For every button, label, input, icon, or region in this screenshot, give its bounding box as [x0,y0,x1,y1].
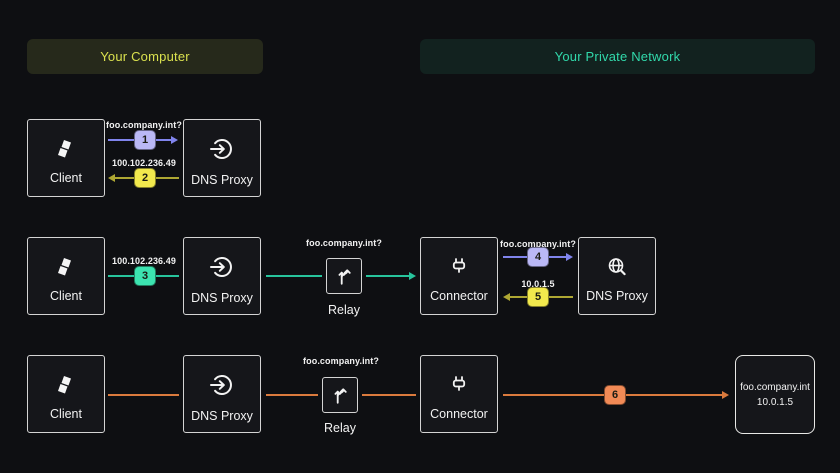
relay-node-row2 [326,258,362,294]
client-icon [54,137,78,161]
row3-relay-query-label: foo.company.int? [291,356,391,366]
connector-node-row3: Connector [420,355,498,433]
branch-arrows-icon [329,384,351,406]
dns-proxy-node-row3: DNS Proxy [183,355,261,433]
resolved-ip: 10.0.1.5 [757,397,793,408]
step6-line-right [626,394,722,396]
step1-arrowhead-right [171,136,178,144]
client-label: Client [50,289,82,303]
row2-relay-query-label: foo.company.int? [294,238,394,248]
step6-arrowhead-right [722,391,729,399]
step4-arrowhead-right [566,253,573,261]
connector-node-row2: Connector [420,237,498,315]
dns-proxy-label: DNS Proxy [191,409,253,423]
client-label: Client [50,171,82,185]
client-node-row1: Client [27,119,105,197]
row3-dns-to-relay-line [266,394,318,396]
relay-node-row3 [322,377,358,413]
dns-flow-diagram: Your Computer Your Private Network Clien… [0,0,840,473]
your-private-network-header: Your Private Network [420,39,815,74]
client-label: Client [50,407,82,421]
row2-teal-arrowhead [409,272,416,280]
dns-proxy-node-row1: DNS Proxy [183,119,261,197]
step4-badge: 4 [527,247,549,267]
step5-badge: 5 [527,287,549,307]
step6-badge: 6 [604,385,626,405]
dns-proxy-node-row2: DNS Proxy [183,237,261,315]
relay-label-row3: Relay [310,421,370,435]
row3-relay-to-connector-line [362,394,416,396]
step2-arrowhead-left [108,174,115,182]
client-node-row3: Client [27,355,105,433]
client-icon [54,373,78,397]
private-dns-proxy-node: DNS Proxy [578,237,656,315]
step5-arrowhead-left [503,293,510,301]
your-computer-header: Your Computer [27,39,263,74]
connector-label: Connector [430,289,488,303]
row2-dns-to-relay-line [266,275,322,277]
row3-client-to-dns-line [108,394,179,396]
step6-line-left [503,394,604,396]
login-arrow-icon [208,135,236,163]
resolved-host-node: foo.company.int 10.0.1.5 [735,355,815,434]
plug-icon [447,255,471,279]
step2-answer-label: 100.102.236.49 [104,158,184,168]
connector-label: Connector [430,407,488,421]
step1-query-label: foo.company.int? [104,120,184,130]
login-arrow-icon [208,253,236,281]
relay-label-row2: Relay [314,303,374,317]
globe-search-icon [605,255,629,279]
dns-proxy-label: DNS Proxy [586,289,648,303]
plug-icon [447,373,471,397]
step3-badge: 3 [134,266,156,286]
step3-answer-label: 100.102.236.49 [104,256,184,266]
branch-arrows-icon [333,265,355,287]
step1-badge: 1 [134,130,156,150]
step2-badge: 2 [134,168,156,188]
resolved-hostname: foo.company.int [740,382,810,393]
client-icon [54,255,78,279]
dns-proxy-label: DNS Proxy [191,291,253,305]
dns-proxy-label: DNS Proxy [191,173,253,187]
login-arrow-icon [208,371,236,399]
client-node-row2: Client [27,237,105,315]
row2-relay-to-connector-line [366,275,409,277]
